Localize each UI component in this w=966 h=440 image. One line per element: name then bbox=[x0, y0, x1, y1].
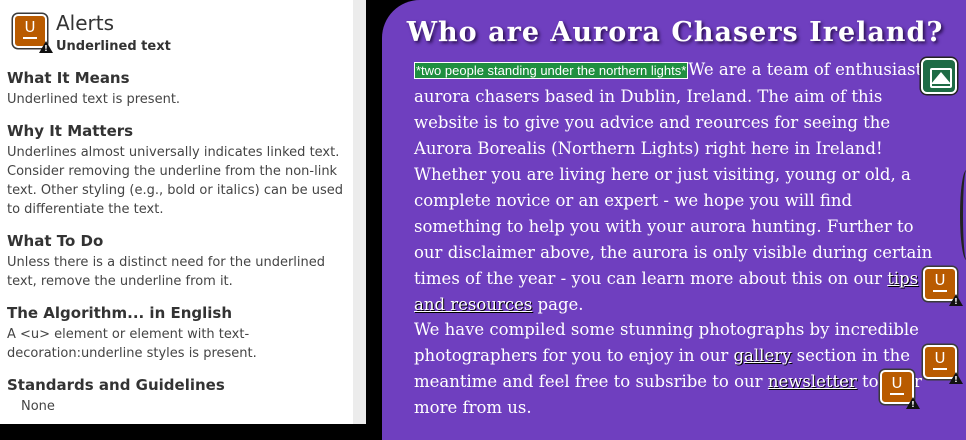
gallery-paragraph: We have compiled some stunning photograp… bbox=[414, 317, 944, 421]
panel-title: Alerts bbox=[56, 11, 115, 35]
section-heading-standards: Standards and Guidelines bbox=[7, 376, 225, 394]
page-edge-decoration bbox=[960, 170, 966, 260]
section-body-what-it-means: Underlined text is present. bbox=[7, 92, 181, 107]
section-heading-what-to-do: What To Do bbox=[7, 232, 104, 250]
panel-subtitle: Underlined text bbox=[56, 39, 171, 54]
section-heading-what-it-means: What It Means bbox=[7, 69, 130, 87]
newsletter-link[interactable]: newsletter bbox=[768, 372, 857, 391]
underline-alert-icon: U ! bbox=[13, 14, 53, 53]
intro-text-b: page. bbox=[532, 295, 584, 314]
page-heading: Who are Aurora Chasers Ireland? bbox=[406, 17, 944, 48]
section-body-what-to-do: Unless there is a distinct need for the … bbox=[7, 255, 326, 289]
gallery-link[interactable]: gallery bbox=[734, 346, 792, 365]
section-body-algorithm: A <u> element or element with text-decor… bbox=[7, 327, 257, 361]
underline-alert-icon[interactable]: U! bbox=[880, 370, 920, 409]
panel-scrollbar[interactable] bbox=[353, 0, 366, 424]
underline-alert-icon[interactable]: U! bbox=[923, 267, 963, 306]
image-alt-icon[interactable] bbox=[921, 58, 957, 94]
section-body-standards: None bbox=[21, 399, 55, 414]
web-page-viewport: Who are Aurora Chasers Ireland? *two peo… bbox=[366, 0, 966, 440]
section-body-why-it-matters: Underlines almost universally indicates … bbox=[7, 145, 344, 217]
intro-text-a: We are a team of enthusiastic aurora cha… bbox=[414, 60, 937, 288]
intro-paragraph: *two people standing under the northern … bbox=[414, 57, 944, 318]
section-heading-algorithm: The Algorithm... in English bbox=[7, 304, 233, 322]
image-alt-text-badge: *two people standing under the northern … bbox=[414, 62, 689, 79]
underline-alert-icon[interactable]: U! bbox=[923, 345, 963, 384]
alert-details-panel: U ! Alerts Underlined text What It Means… bbox=[0, 0, 353, 424]
section-heading-why-it-matters: Why It Matters bbox=[7, 122, 134, 140]
content-card: Who are Aurora Chasers Ireland? *two peo… bbox=[382, 0, 966, 440]
